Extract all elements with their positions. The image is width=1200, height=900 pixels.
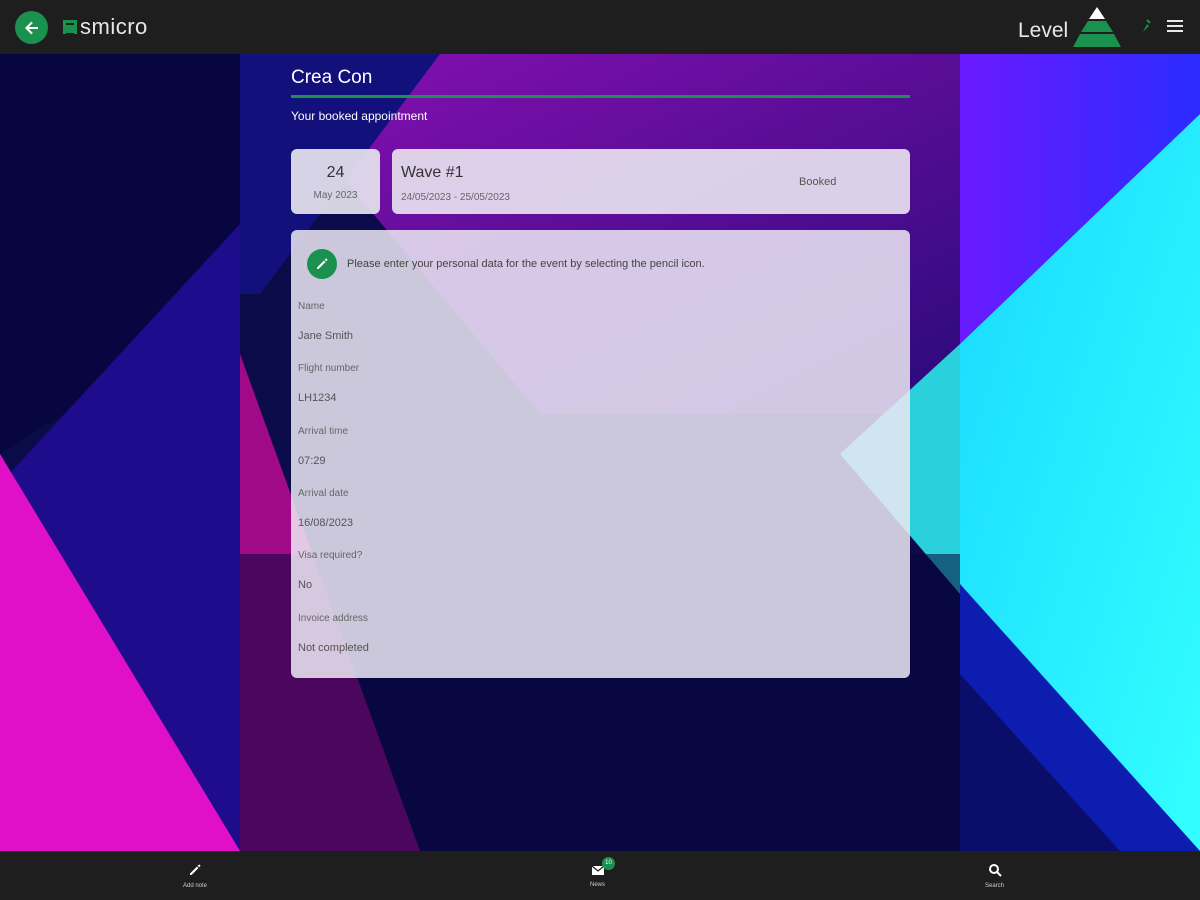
logo-text: smicro xyxy=(80,14,148,39)
pencil-icon xyxy=(317,258,328,269)
nav-label: Add note xyxy=(183,883,208,889)
field-visa-required: Visa required? No xyxy=(298,550,362,591)
nav-news[interactable]: 10 News xyxy=(590,857,615,888)
date-day: 24 xyxy=(326,164,345,181)
field-value: Not completed xyxy=(298,642,369,654)
event-title: Crea Con xyxy=(291,67,373,88)
field-label: Arrival date xyxy=(298,488,349,499)
back-arrow-icon xyxy=(24,21,38,34)
back-button[interactable] xyxy=(15,11,48,44)
field-label: Name xyxy=(298,301,325,312)
top-app-bar: smicro Level xyxy=(0,0,1200,54)
level-pyramid-icon xyxy=(1073,7,1122,47)
nav-label: News xyxy=(590,882,606,888)
personal-data-hint: Please enter your personal data for the … xyxy=(347,258,705,270)
field-label: Visa required? xyxy=(298,550,363,561)
news-badge: 10 xyxy=(602,857,615,870)
app-logo: smicro xyxy=(63,14,148,40)
appointment-date-range: 24/05/2023 - 25/05/2023 xyxy=(401,192,510,203)
menu-button[interactable] xyxy=(1166,18,1184,39)
field-label: Flight number xyxy=(298,363,360,374)
pencil-icon xyxy=(190,864,201,875)
level-label: Level xyxy=(1018,19,1069,42)
nav-search[interactable]: Search xyxy=(985,863,1004,889)
edit-personal-data-button[interactable] xyxy=(307,249,337,279)
field-value: Jane Smith xyxy=(298,330,354,342)
field-invoice-address: Invoice address Not completed xyxy=(298,613,369,654)
appointment-subtitle: Your booked appointment xyxy=(291,109,428,123)
field-name: Name Jane Smith xyxy=(298,301,353,342)
nav-add-note[interactable]: Add note xyxy=(183,863,207,889)
field-value: 07:29 xyxy=(298,455,326,467)
field-value: No xyxy=(298,579,313,591)
title-divider xyxy=(291,95,910,98)
appointment-name: Wave #1 xyxy=(401,164,464,181)
field-arrival-date: Arrival date 16/08/2023 xyxy=(298,488,353,529)
date-card: 24 May 2023 xyxy=(291,149,380,214)
level-indicator: Level xyxy=(1018,7,1122,49)
field-value: LH1234 xyxy=(298,392,337,404)
field-value: 16/08/2023 xyxy=(298,517,354,529)
search-icon xyxy=(988,864,1002,877)
pin-icon xyxy=(1143,19,1151,32)
status-badge: Booked xyxy=(799,176,837,188)
field-label: Invoice address xyxy=(298,613,369,624)
personal-data-card: Please enter your personal data for the … xyxy=(291,230,910,678)
field-arrival-time: Arrival time 07:29 xyxy=(298,426,348,467)
bottom-nav-bar: Add note 10 News Search xyxy=(0,851,1200,900)
date-month-year: May 2023 xyxy=(313,190,358,201)
field-flight-number: Flight number LH1234 xyxy=(298,363,359,404)
menu-icon xyxy=(1167,20,1183,32)
appointment-card[interactable]: Wave #1 24/05/2023 - 25/05/2023 Booked xyxy=(392,149,910,214)
field-label: Arrival time xyxy=(298,426,349,437)
pin-button[interactable] xyxy=(1140,18,1152,39)
logo-mark-icon xyxy=(63,20,77,35)
nav-label: Search xyxy=(985,883,1005,889)
